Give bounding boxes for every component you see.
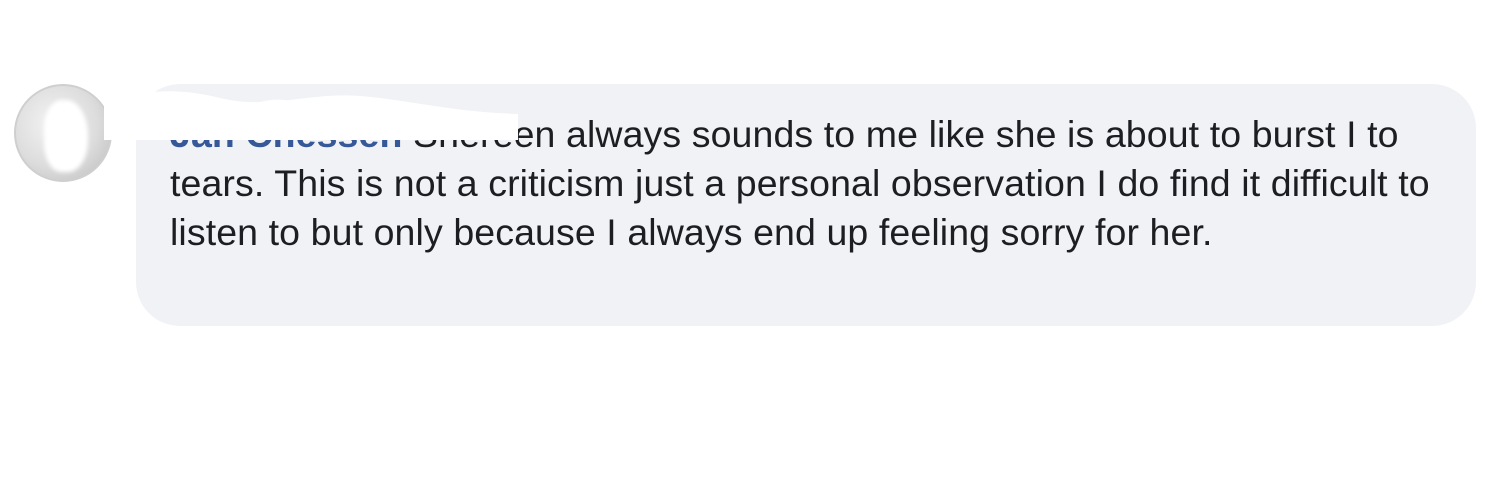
comment-bubble: Jan Chessen Shereen always sounds to me … [136,84,1476,326]
avatar-redaction [44,100,88,172]
avatar[interactable] [14,84,112,182]
comment-author-link[interactable]: Jan Chessen [170,113,402,155]
comment-body: Jan Chessen Shereen always sounds to me … [170,110,1448,257]
comment-screenshot: Jan Chessen Shereen always sounds to me … [0,0,1500,500]
